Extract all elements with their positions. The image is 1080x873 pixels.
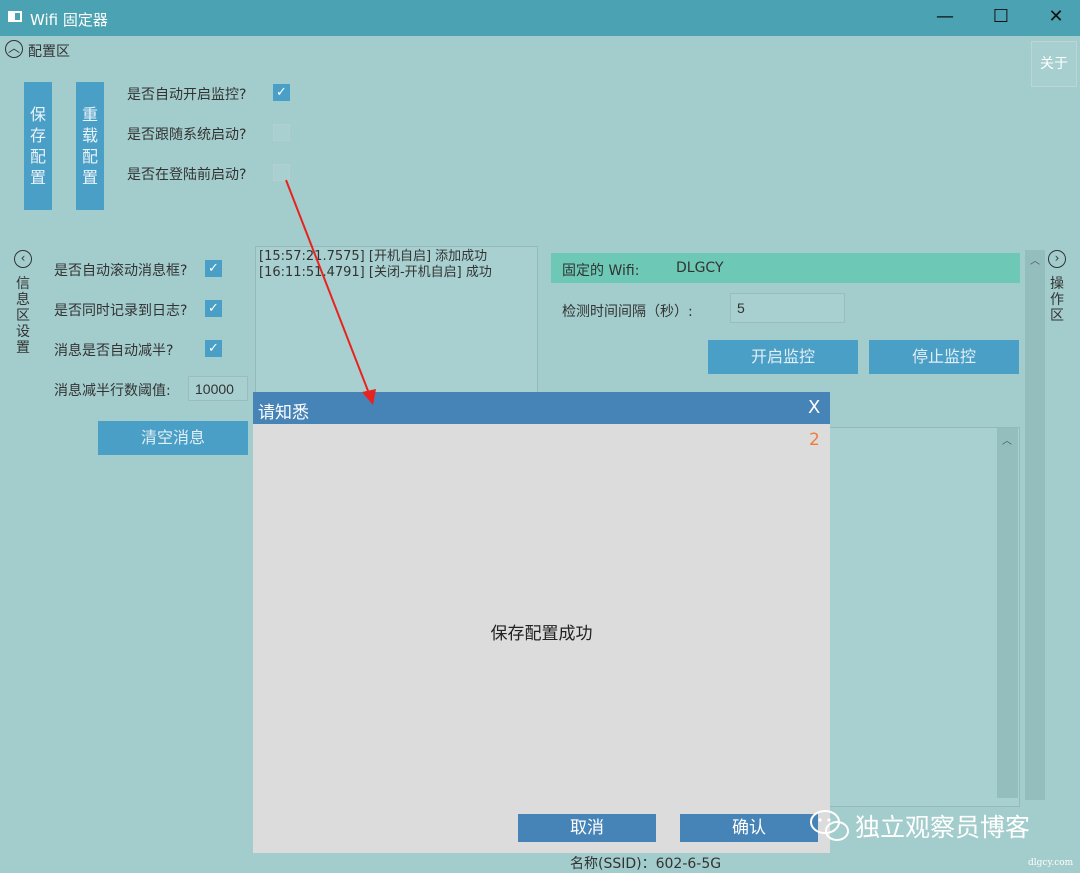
annotation-arrow [285,179,376,405]
watermark-text: 独立观察员博客 [855,813,1031,842]
watermark-small: dlgcy.com [1028,858,1074,868]
wechat-icon [810,810,849,841]
